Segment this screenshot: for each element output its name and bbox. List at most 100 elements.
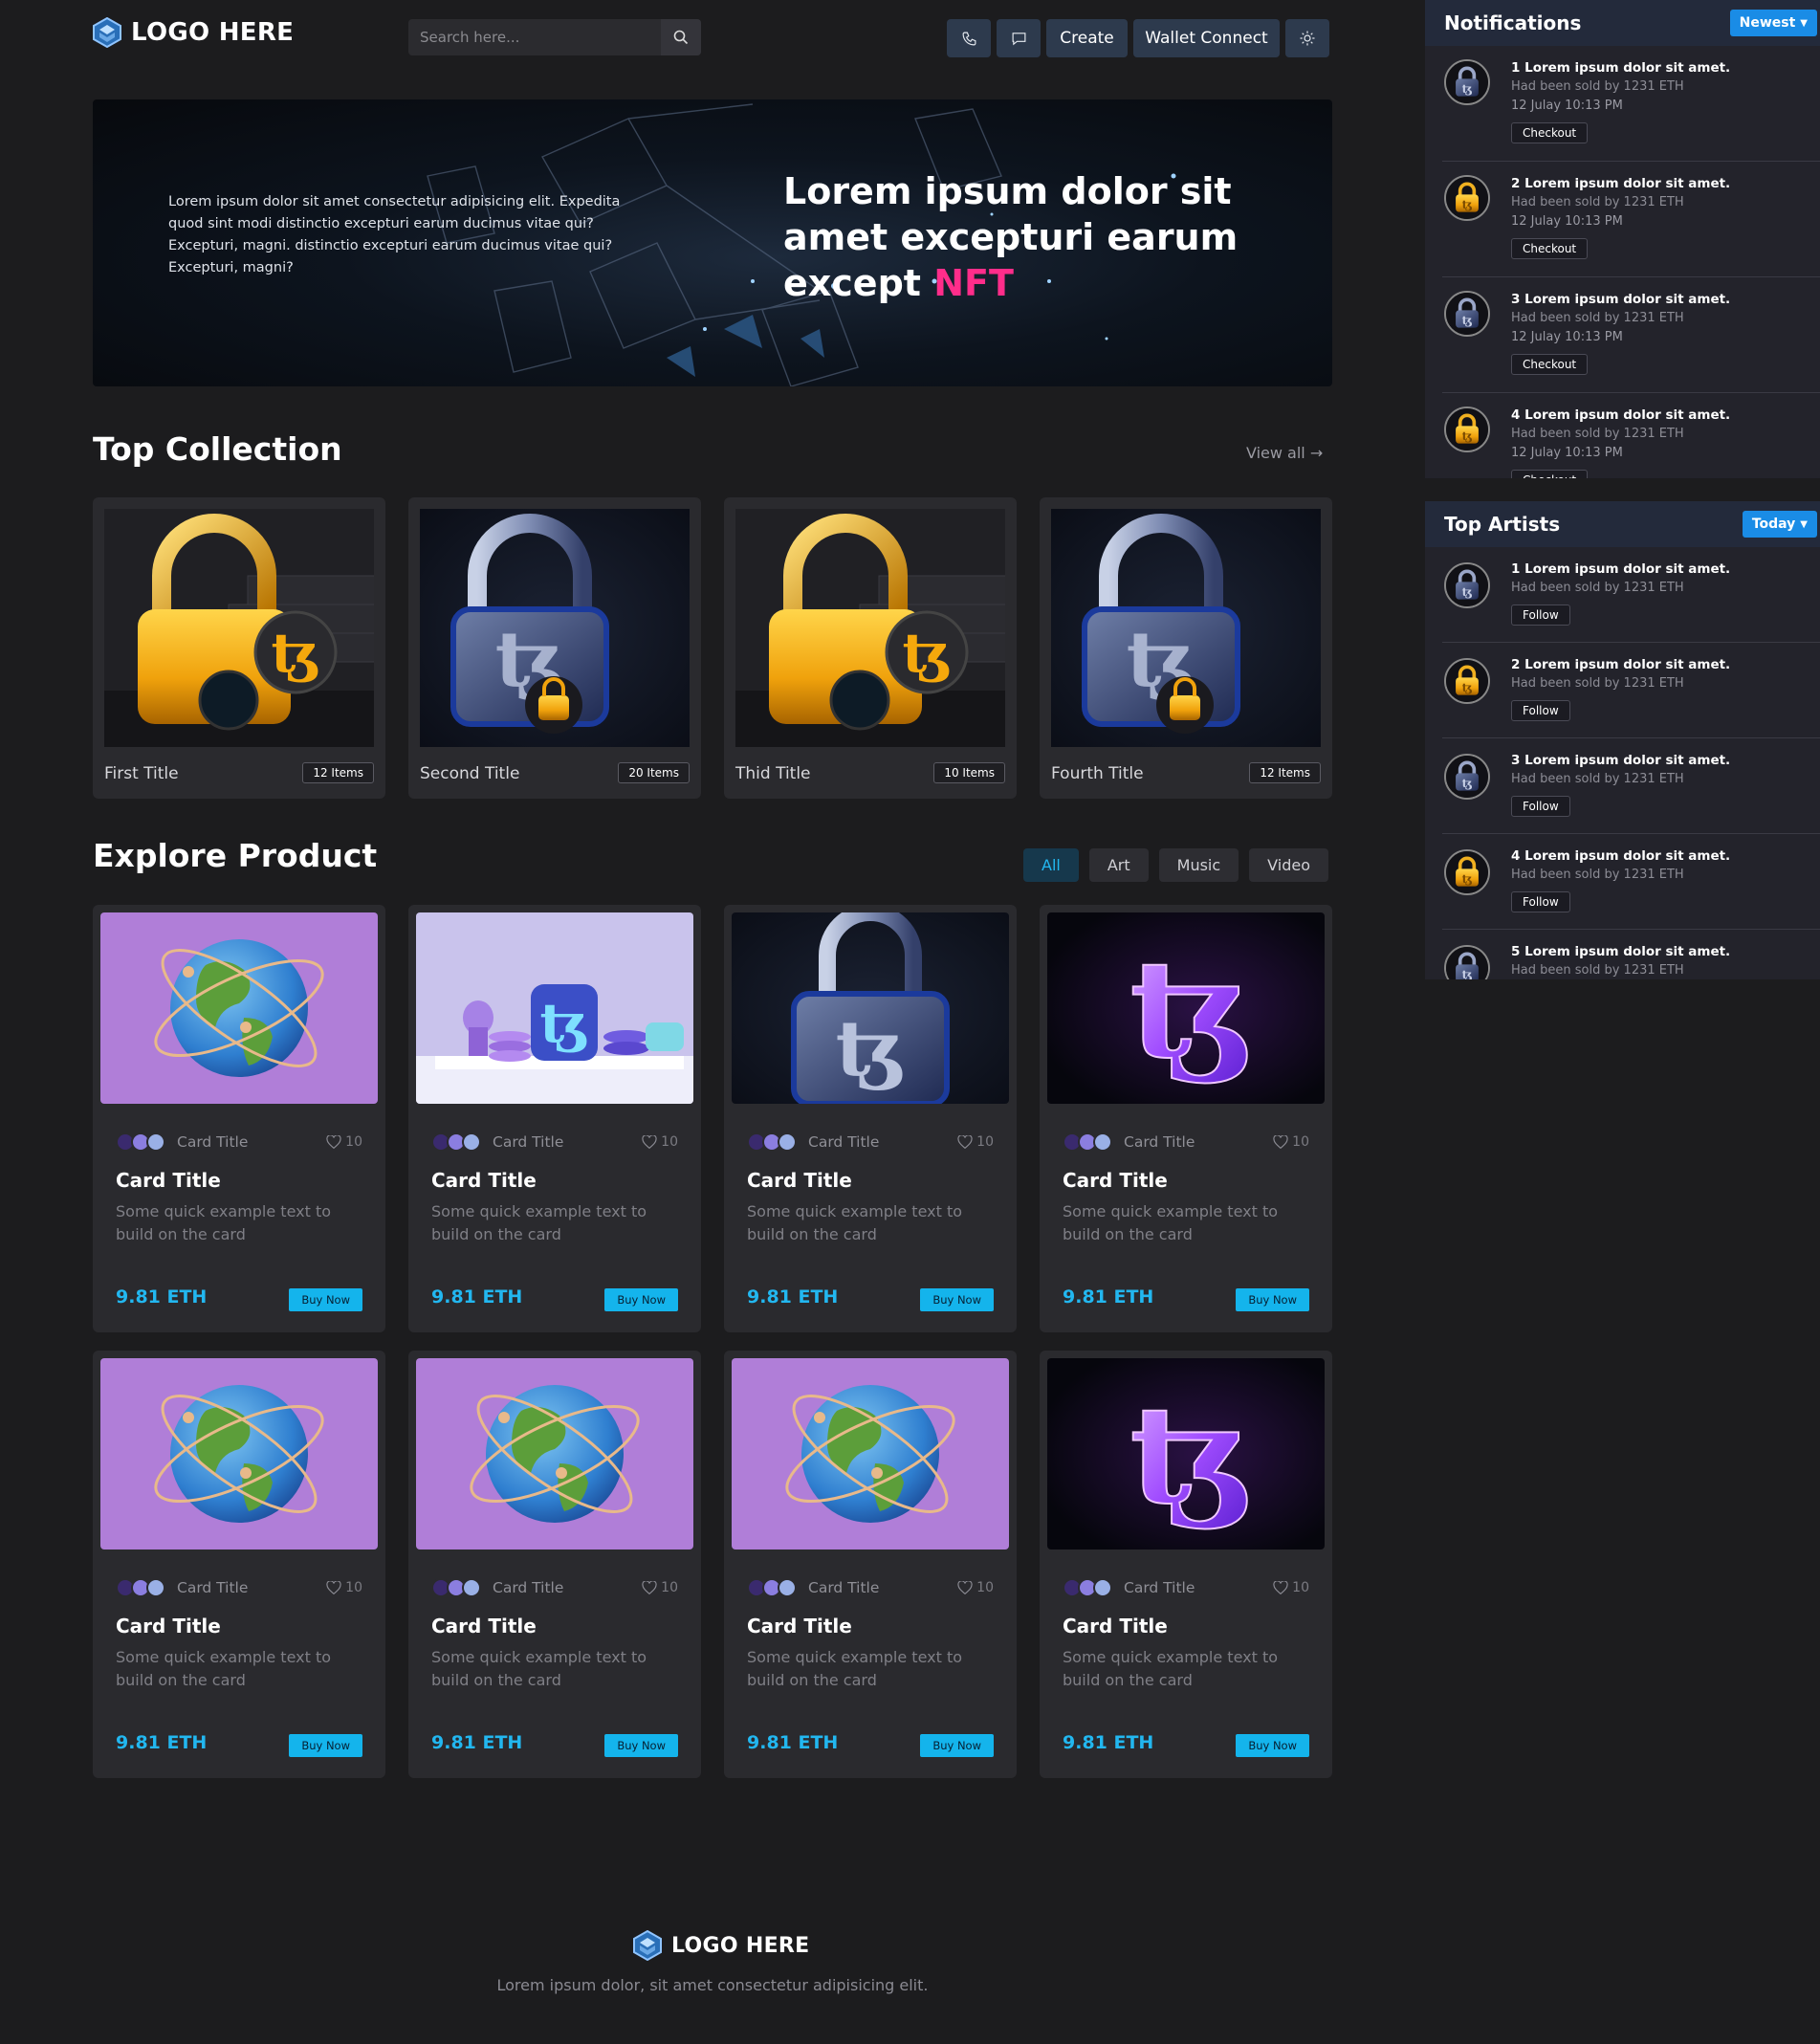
product-description: Some quick example text to build on the … [747,1202,963,1243]
notifications-sort-dropdown[interactable]: Newest ▼ [1729,10,1817,36]
phone-button[interactable] [947,19,991,57]
theme-toggle-button[interactable] [1285,19,1329,57]
checkout-button[interactable]: Checkout [1511,122,1589,143]
product-card[interactable]: ꜩ Card Title 10 Card Title Some quick ex… [1040,905,1332,1332]
product-meta: Card Title 10 [431,1132,678,1152]
product-price: 9.81 ETH [431,1286,523,1308]
heart-icon [326,1135,341,1149]
buy-now-button[interactable]: Buy Now [1236,1288,1309,1311]
follow-button[interactable]: Follow [1511,891,1570,912]
product-card[interactable]: Card Title 10 Card Title Some quick exam… [93,905,385,1332]
notification-title: 4 Lorem ipsum dolor sit amet. [1511,407,1731,423]
checkout-button[interactable]: Checkout [1511,470,1589,478]
collection-card[interactable]: ꜩ Thid Title 10 Items [724,497,1017,799]
like-button[interactable]: 10 [642,1580,678,1595]
filter-tab-art[interactable]: Art [1088,848,1149,882]
checkout-button[interactable]: Checkout [1511,238,1589,259]
top-artists-period-dropdown[interactable]: Today ▼ [1742,511,1817,538]
chevron-down-icon: ▼ [1800,17,1808,29]
filter-tab-video[interactable]: Video [1249,848,1328,882]
footer-logo[interactable]: LOGO HERE [633,1930,809,1961]
like-button[interactable]: 10 [642,1134,678,1150]
product-card[interactable]: Card Title 10 Card Title Some quick exam… [93,1351,385,1778]
artist-item[interactable]: ꜩ 3 Lorem ipsum dolor sit amet. Had been… [1442,738,1820,834]
like-count: 10 [1292,1134,1309,1150]
artist-subtitle: Had been sold by 1231 ETH [1511,868,1684,882]
buy-now-button[interactable]: Buy Now [604,1288,678,1311]
search-button[interactable] [661,19,701,55]
avatar [1093,1132,1112,1152]
follow-button[interactable]: Follow [1511,604,1570,626]
product-price: 9.81 ETH [116,1732,208,1753]
product-small-title: Card Title [493,1579,564,1596]
svg-text:ꜩ: ꜩ [1462,82,1473,96]
collection-card[interactable]: ꜩ First Title 12 Items [93,497,385,799]
collection-count-badge: 12 Items [1249,762,1321,783]
follow-button[interactable]: Follow [1511,796,1570,817]
buy-now-button[interactable]: Buy Now [920,1288,994,1311]
filter-tab-music[interactable]: Music [1158,848,1239,882]
filter-tabs: All Art Music Video [1023,848,1328,882]
product-card[interactable]: Card Title 10 Card Title Some quick exam… [724,1351,1017,1778]
product-card[interactable]: ꜩ Card Title 10 Card Title Some quick ex… [1040,1351,1332,1778]
like-button[interactable]: 10 [326,1580,362,1595]
notification-avatar: ꜩ [1444,59,1490,105]
buy-now-button[interactable]: Buy Now [604,1734,678,1757]
product-small-title: Card Title [808,1133,880,1151]
collection-card[interactable]: ꜩ Second Title 20 Items [408,497,701,799]
chat-button[interactable] [997,19,1041,57]
view-all-link[interactable]: View all → [1246,444,1323,462]
like-button[interactable]: 10 [326,1134,362,1150]
notification-avatar: ꜩ [1444,407,1490,452]
product-card[interactable]: ꜩ Card Title 10 Card Title Some quick ex… [724,905,1017,1332]
product-meta: Card Title 10 [1063,1578,1309,1597]
product-card[interactable]: ꜩ Card Title 10 Card Title Some quick ex… [408,905,701,1332]
notification-item[interactable]: ꜩ 2 Lorem ipsum dolor sit amet. Had been… [1442,162,1820,277]
product-image: ꜩ [1047,1358,1325,1549]
notification-item[interactable]: ꜩ 1 Lorem ipsum dolor sit amet. Had been… [1442,46,1820,162]
checkout-button[interactable]: Checkout [1511,354,1589,375]
notification-date: 12 Julay 10:13 PM [1511,214,1623,229]
product-image [100,1358,378,1549]
like-button[interactable]: 10 [1273,1134,1309,1150]
like-count: 10 [976,1580,994,1595]
artist-avatar: ꜩ [1444,945,1490,979]
notification-item[interactable]: ꜩ 4 Lorem ipsum dolor sit amet. Had been… [1442,393,1820,478]
product-image [416,1358,693,1549]
create-button[interactable]: Create [1046,19,1128,57]
like-count: 10 [661,1580,678,1595]
product-card[interactable]: Card Title 10 Card Title Some quick exam… [408,1351,701,1778]
artist-item[interactable]: ꜩ 5 Lorem ipsum dolor sit amet. Had been… [1442,930,1820,979]
buy-now-button[interactable]: Buy Now [289,1288,362,1311]
notification-item[interactable]: ꜩ 3 Lorem ipsum dolor sit amet. Had been… [1442,277,1820,393]
product-description: Some quick example text to build on the … [1063,1202,1279,1243]
product-meta: Card Title 10 [747,1578,994,1597]
filter-tab-all[interactable]: All [1023,848,1079,882]
like-button[interactable]: 10 [957,1580,994,1595]
buy-now-button[interactable]: Buy Now [289,1734,362,1757]
heart-icon [1273,1135,1288,1149]
collection-title: First Title [104,764,179,783]
buy-now-button[interactable]: Buy Now [1236,1734,1309,1757]
like-button[interactable]: 10 [957,1134,994,1150]
product-description: Some quick example text to build on the … [431,1202,647,1243]
follow-button[interactable]: Follow [1511,700,1570,721]
collection-card[interactable]: ꜩ Fourth Title 12 Items [1040,497,1332,799]
product-price: 9.81 ETH [431,1732,523,1753]
artist-item[interactable]: ꜩ 4 Lorem ipsum dolor sit amet. Had been… [1442,834,1820,930]
artist-item[interactable]: ꜩ 2 Lorem ipsum dolor sit amet. Had been… [1442,643,1820,738]
heart-icon [1273,1581,1288,1594]
artist-avatar: ꜩ [1444,658,1490,704]
header-logo[interactable]: LOGO HERE [93,17,294,48]
artist-item[interactable]: ꜩ 1 Lorem ipsum dolor sit amet. Had been… [1442,547,1820,643]
owner-avatars [1063,1578,1112,1597]
product-description: Some quick example text to build on the … [747,1648,963,1689]
top-artists-panel: Top Artists Today ▼ ꜩ 1 Lorem ipsum dolor… [1425,501,1820,979]
product-price: 9.81 ETH [1063,1732,1154,1753]
search-input[interactable] [408,19,661,55]
buy-now-button[interactable]: Buy Now [920,1734,994,1757]
owner-avatars [116,1132,165,1152]
like-button[interactable]: 10 [1273,1580,1309,1595]
product-description: Some quick example text to build on the … [116,1648,332,1689]
wallet-connect-button[interactable]: Wallet Connect [1133,19,1280,57]
